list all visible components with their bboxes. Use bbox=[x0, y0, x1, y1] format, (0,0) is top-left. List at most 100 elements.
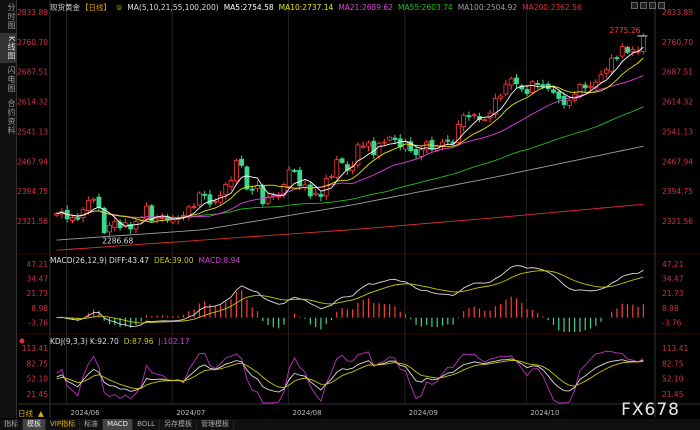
date-tick-label: 2024/07 bbox=[176, 409, 205, 417]
candle-up bbox=[91, 198, 97, 201]
candle-up bbox=[418, 149, 424, 157]
candle-up bbox=[598, 74, 604, 83]
candle-up bbox=[424, 141, 430, 151]
tab-template[interactable]: 模板 bbox=[23, 419, 46, 430]
candle-up bbox=[196, 192, 202, 206]
main-header: 现货黄金【日线】 ⊜ MA(5,10,21,55,100,200) MA5:2754.… bbox=[50, 2, 587, 13]
macd-tick-label: 34.47 bbox=[662, 275, 684, 284]
price-tick-label: 2687.51 bbox=[17, 68, 48, 77]
grid-icon[interactable] bbox=[631, 2, 638, 9]
candle-down bbox=[307, 184, 313, 197]
price-tick-label: 2394.75 bbox=[17, 187, 48, 196]
tab-vip-indicator[interactable]: VIP指标 bbox=[46, 419, 81, 430]
candle-down bbox=[371, 140, 377, 156]
back-icon[interactable] bbox=[640, 2, 647, 9]
candle-up bbox=[107, 224, 112, 233]
price-tick-label: 2541.13 bbox=[662, 127, 693, 136]
tab-manage-template[interactable]: 管理模板 bbox=[197, 419, 235, 430]
candle-down bbox=[96, 196, 102, 208]
macd-value: MACD:8.94 bbox=[198, 256, 241, 265]
kdj-marker-icon bbox=[19, 338, 25, 344]
price-tick-label: 2541.13 bbox=[17, 127, 48, 136]
kdj-d: D:87.96 bbox=[123, 337, 154, 346]
period-indicator[interactable]: 日线 ▲ bbox=[18, 408, 44, 419]
candle-down bbox=[207, 194, 213, 205]
candle-down bbox=[339, 158, 345, 163]
tab-save-template[interactable]: 另存模板 bbox=[160, 419, 198, 430]
macd-tick-label: -3.76 bbox=[662, 318, 682, 327]
ma200-value: MA200:2362.56 bbox=[522, 3, 582, 12]
ma100-value: MA100:2504.92 bbox=[457, 3, 518, 12]
candle-up bbox=[181, 215, 186, 217]
candle-down bbox=[202, 193, 208, 196]
tab-indicator[interactable]: 指标 bbox=[0, 419, 23, 430]
ma-params[interactable]: MA(5,10,21,55,100,200) bbox=[127, 3, 218, 12]
candle-down bbox=[292, 169, 297, 172]
date-tick-label: 2024/08 bbox=[293, 409, 322, 417]
candle-down bbox=[75, 217, 81, 220]
candle-up bbox=[482, 119, 488, 122]
forward-icon[interactable] bbox=[649, 2, 656, 9]
candle-up bbox=[54, 213, 60, 216]
period-indicator-label: 日线 bbox=[18, 409, 33, 418]
candle-down bbox=[101, 207, 107, 234]
candle-up bbox=[228, 180, 234, 187]
candle-up bbox=[334, 159, 340, 178]
price-tick-label: 2614.32 bbox=[662, 98, 693, 107]
macd-tick-label: 8.98 bbox=[662, 304, 679, 313]
candle-down bbox=[466, 115, 472, 118]
price-tick-label: 2833.89 bbox=[662, 8, 693, 17]
candle-down bbox=[445, 139, 451, 142]
candle-up bbox=[630, 49, 636, 52]
candle-down bbox=[556, 91, 562, 99]
candle-up bbox=[603, 69, 609, 74]
candle-down bbox=[249, 188, 255, 191]
candle-up bbox=[223, 184, 229, 196]
candle-up bbox=[640, 35, 646, 52]
settings-icon[interactable]: ⊜ bbox=[116, 3, 122, 12]
candle-up bbox=[70, 217, 75, 221]
symbol-name: 现货黄金 bbox=[50, 3, 80, 12]
tab-macd[interactable]: MACD bbox=[103, 419, 134, 430]
price-tick-label: 2321.56 bbox=[662, 217, 693, 226]
candle-up bbox=[313, 192, 319, 195]
candle-down bbox=[524, 89, 530, 94]
chart-canvas[interactable]: 2833.89 2833.89 2760.70 2760.70 2687.51 2687.… bbox=[0, 0, 700, 419]
price-tick-label: 2394.75 bbox=[662, 187, 693, 196]
ma21-line bbox=[56, 75, 644, 219]
candle-up bbox=[233, 160, 239, 182]
kdj-tick-label: 113.41 bbox=[662, 344, 688, 353]
kdj-j-line bbox=[56, 350, 644, 404]
ma55-line bbox=[56, 106, 644, 218]
date-tick-label: 2024/09 bbox=[409, 409, 438, 417]
tab-boll[interactable]: BOLL bbox=[133, 419, 161, 430]
candle-down bbox=[514, 77, 519, 85]
ma100-line bbox=[56, 145, 644, 241]
candle-up bbox=[498, 95, 504, 99]
ma5-value: MA5:2754.58 bbox=[223, 3, 274, 12]
candle-down bbox=[614, 57, 620, 60]
kdj-tick-label: 113.41 bbox=[22, 344, 48, 353]
date-tick-label: 2024/10 bbox=[530, 409, 559, 417]
candle-up bbox=[503, 83, 509, 95]
kdj-params[interactable]: KDJ(9,3,3) bbox=[50, 337, 88, 346]
price-tick-label: 2687.51 bbox=[662, 68, 693, 77]
candle-up bbox=[619, 46, 625, 57]
macd-tick-label: 34.47 bbox=[27, 275, 49, 284]
macd-params[interactable]: MACD(26,12,9) bbox=[50, 256, 107, 265]
high-price-label: 2775.26 bbox=[609, 26, 640, 35]
candle-up bbox=[85, 200, 91, 212]
tab-standard[interactable]: 标准 bbox=[80, 419, 104, 430]
kdj-tick-label: 82.75 bbox=[27, 359, 49, 368]
price-tick-label: 2614.32 bbox=[17, 98, 48, 107]
kdj-k: K:92.70 bbox=[89, 337, 119, 346]
price-tick-label: 2833.89 bbox=[17, 8, 48, 17]
candle-up bbox=[112, 221, 118, 228]
price-tick-label: 2760.70 bbox=[662, 38, 693, 47]
candle-up bbox=[191, 206, 197, 208]
candle-up bbox=[529, 81, 535, 93]
candle-up bbox=[508, 78, 514, 86]
candle-down bbox=[535, 82, 541, 85]
zoom-icon[interactable] bbox=[658, 2, 665, 9]
candle-up bbox=[360, 145, 366, 148]
